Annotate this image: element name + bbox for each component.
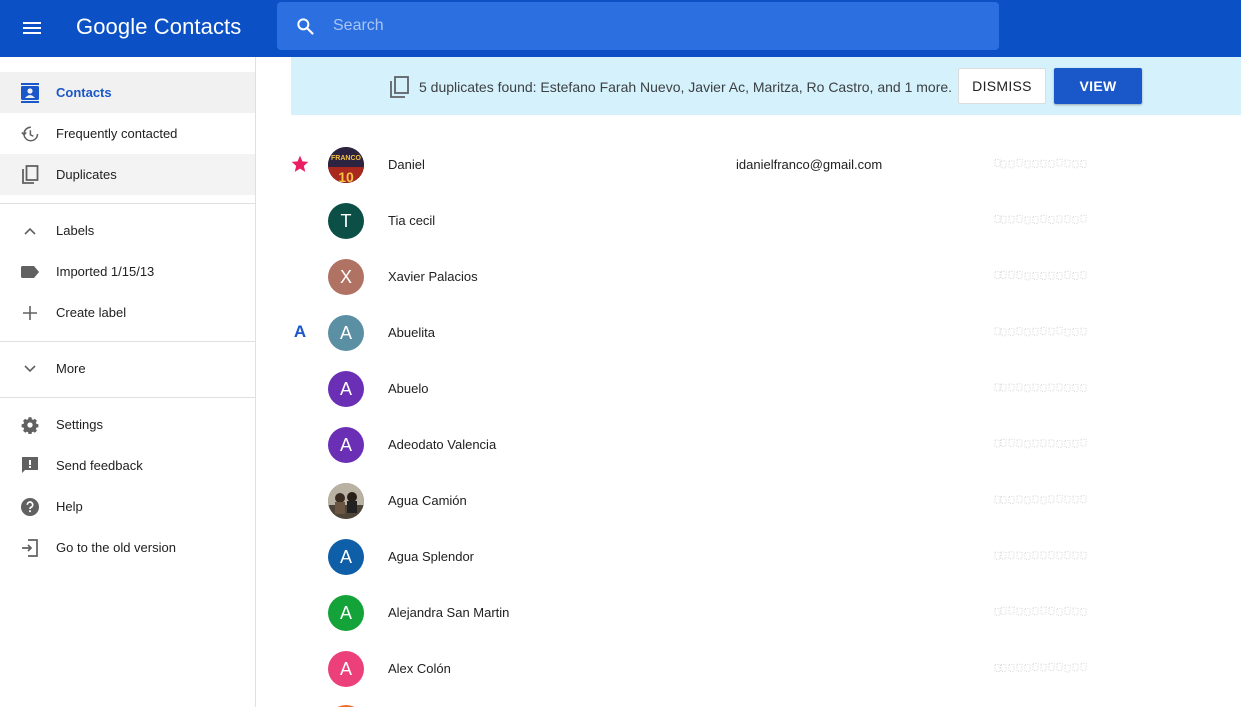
- avatar: FRANCO 10: [328, 147, 364, 183]
- sidebar-item-label: Create label: [56, 305, 127, 320]
- contact-phone-redacted: [993, 212, 1089, 226]
- contact-name: Abuelita: [388, 325, 435, 340]
- contact-name: Daniel: [388, 157, 425, 172]
- gear-icon: [20, 415, 40, 435]
- sidebar-item-label: Send feedback: [56, 458, 143, 473]
- main-menu-button[interactable]: [14, 10, 50, 46]
- exit-icon: [20, 538, 40, 558]
- contact-phone-redacted: [993, 604, 1089, 618]
- sidebar-item-imported-label[interactable]: Imported 1/15/13: [0, 251, 255, 292]
- dismiss-button[interactable]: DISMISS: [958, 68, 1046, 104]
- sidebar-item-help[interactable]: Help: [0, 486, 255, 527]
- sidebar-item-more[interactable]: More: [0, 348, 255, 389]
- feedback-icon: [20, 456, 40, 476]
- contact-row[interactable]: A Agua Splendor: [260, 528, 1220, 584]
- sidebar-item-old-version[interactable]: Go to the old version: [0, 527, 255, 568]
- sidebar-item-label: Go to the old version: [56, 540, 176, 555]
- copy-icon: [390, 76, 409, 98]
- contact-phone-redacted: [993, 660, 1089, 674]
- search-icon[interactable]: [295, 16, 315, 36]
- contact-name: Agua Splendor: [388, 549, 475, 564]
- svg-text:FRANCO: FRANCO: [331, 155, 361, 162]
- sidebar-item-frequently-contacted[interactable]: Frequently contacted: [0, 113, 255, 154]
- sidebar-item-label: Labels: [56, 223, 95, 238]
- sidebar-divider: [0, 203, 255, 204]
- contact-row[interactable]: Agua Camión: [260, 472, 1220, 528]
- contact-name: Alex Colón: [388, 661, 451, 676]
- contact-phone-redacted: [993, 156, 1089, 170]
- contact-name: Adeodato Valencia: [388, 437, 497, 452]
- contact-name: Xavier Palacios: [388, 269, 478, 284]
- avatar: [328, 483, 364, 519]
- chevron-down-icon: [20, 359, 40, 379]
- avatar: A: [328, 539, 364, 575]
- chevron-up-icon: [20, 221, 40, 241]
- svg-text:10: 10: [338, 169, 354, 183]
- contact-name: Agua Camión: [388, 493, 467, 508]
- contact-row[interactable]: [260, 696, 1220, 707]
- sidebar-item-create-label[interactable]: Create label: [0, 292, 255, 333]
- avatar: A: [328, 651, 364, 687]
- sidebar-item-label: Contacts: [56, 85, 112, 100]
- contact-name: Alejandra San Martin: [388, 605, 510, 620]
- contact-phone-redacted: [993, 436, 1089, 450]
- star-icon[interactable]: [290, 154, 310, 174]
- avatar: A: [328, 315, 364, 351]
- avatar: A: [328, 595, 364, 631]
- contact-name: Abuelo: [388, 381, 429, 396]
- avatar: X: [328, 259, 364, 295]
- sidebar-item-duplicates[interactable]: Duplicates: [0, 154, 255, 195]
- avatar: T: [328, 203, 364, 239]
- sidebar-item-label: Duplicates: [56, 167, 117, 182]
- section-letter: A: [293, 322, 307, 341]
- sidebar-item-label: Imported 1/15/13: [56, 264, 155, 279]
- sidebar: Contacts Frequently contacted Duplicates…: [0, 57, 256, 707]
- sidebar-item-settings[interactable]: Settings: [0, 404, 255, 445]
- plus-icon: [20, 303, 40, 323]
- sidebar-item-labels[interactable]: Labels: [0, 210, 255, 251]
- sidebar-item-label: Settings: [56, 417, 103, 432]
- search-bar[interactable]: [277, 2, 999, 50]
- duplicates-message: 5 duplicates found: Estefano Farah Nuevo…: [419, 79, 953, 95]
- contact-row[interactable]: A Adeodato Valencia: [260, 416, 1220, 472]
- contact-phone-redacted: [993, 380, 1089, 394]
- sidebar-divider: [0, 341, 255, 342]
- contact-row[interactable]: FRANCO 10 Daniel idanielfranco@gmail.com: [260, 136, 1220, 192]
- hamburger-icon: [23, 22, 41, 34]
- contact-name: Tia cecil: [388, 213, 436, 228]
- contact-email: idanielfranco@gmail.com: [736, 157, 883, 172]
- contact-phone-redacted: [993, 268, 1089, 282]
- sidebar-item-send-feedback[interactable]: Send feedback: [0, 445, 255, 486]
- contact-row[interactable]: A Alejandra San Martin: [260, 584, 1220, 640]
- help-icon: [20, 497, 40, 517]
- contact-row[interactable]: A Abuelo: [260, 360, 1220, 416]
- contact-phone-redacted: [993, 324, 1089, 338]
- copy-icon: [20, 164, 40, 185]
- contacts-icon: [20, 82, 40, 103]
- sidebar-item-label: Frequently contacted: [56, 126, 178, 141]
- avatar: A: [328, 427, 364, 463]
- sidebar-item-label: More: [56, 361, 86, 376]
- label-icon: [20, 262, 40, 282]
- contact-phone-redacted: [993, 492, 1089, 506]
- sidebar-item-label: Help: [56, 499, 83, 514]
- contact-phone-redacted: [993, 548, 1089, 562]
- duplicates-banner: 5 duplicates found: Estefano Farah Nuevo…: [291, 57, 1241, 115]
- contact-row[interactable]: T Tia cecil: [260, 192, 1220, 248]
- sidebar-divider: [0, 397, 255, 398]
- view-button[interactable]: VIEW: [1054, 68, 1142, 104]
- app-logo[interactable]: Google Contacts: [76, 12, 241, 42]
- contact-row[interactable]: X Xavier Palacios: [260, 248, 1220, 304]
- avatar: A: [328, 371, 364, 407]
- sidebar-item-contacts[interactable]: Contacts: [0, 72, 255, 113]
- contact-row[interactable]: A A Abuelita: [260, 304, 1220, 360]
- history-icon: [20, 124, 40, 144]
- search-input[interactable]: [333, 2, 973, 50]
- contact-row[interactable]: A Alex Colón: [260, 640, 1220, 696]
- app-header: Google Contacts: [0, 0, 1241, 57]
